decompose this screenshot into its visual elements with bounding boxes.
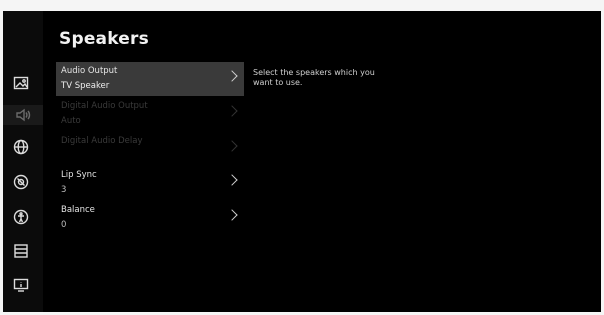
sound-icon[interactable] [3,105,43,125]
menu-item-balance[interactable]: Balance 0 [56,201,244,235]
menu-item-lip-sync[interactable]: Lip Sync 3 [56,166,244,200]
menu-item-value: TV Speaker [61,81,110,91]
menu-item-label: Audio Output [61,66,118,76]
menu-item-label: Lip Sync [61,170,97,180]
channel-icon[interactable] [11,172,31,192]
network-icon[interactable] [11,137,31,157]
menu-item-value: 0 [61,220,67,230]
support-icon[interactable] [11,275,31,295]
menu-item-digital-audio-delay: Digital Audio Delay [56,132,244,166]
menu-item-label: Balance [61,205,95,215]
help-text: Select the speakers which you want to us… [253,68,375,87]
chevron-right-icon [226,70,238,82]
menu-item-audio-output[interactable]: Audio Output TV Speaker [56,62,244,96]
menu-item-label: Digital Audio Output [61,101,148,111]
menu-item-digital-audio-output: Digital Audio Output Auto [56,97,244,131]
menu-item-value: 3 [61,185,67,195]
chevron-right-icon [226,105,238,117]
chevron-right-icon [226,209,238,221]
chevron-right-icon [226,140,238,152]
accessibility-icon[interactable] [11,207,31,227]
menu-item-label: Digital Audio Delay [61,136,143,146]
picture-icon[interactable] [11,73,31,93]
page-title: Speakers [59,29,149,49]
system-icon[interactable] [11,241,31,261]
tv-screen: Speakers Audio Output TV Speaker Digital… [3,11,601,312]
settings-sidebar [3,11,43,312]
menu-item-value: Auto [61,116,81,126]
chevron-right-icon [226,174,238,186]
